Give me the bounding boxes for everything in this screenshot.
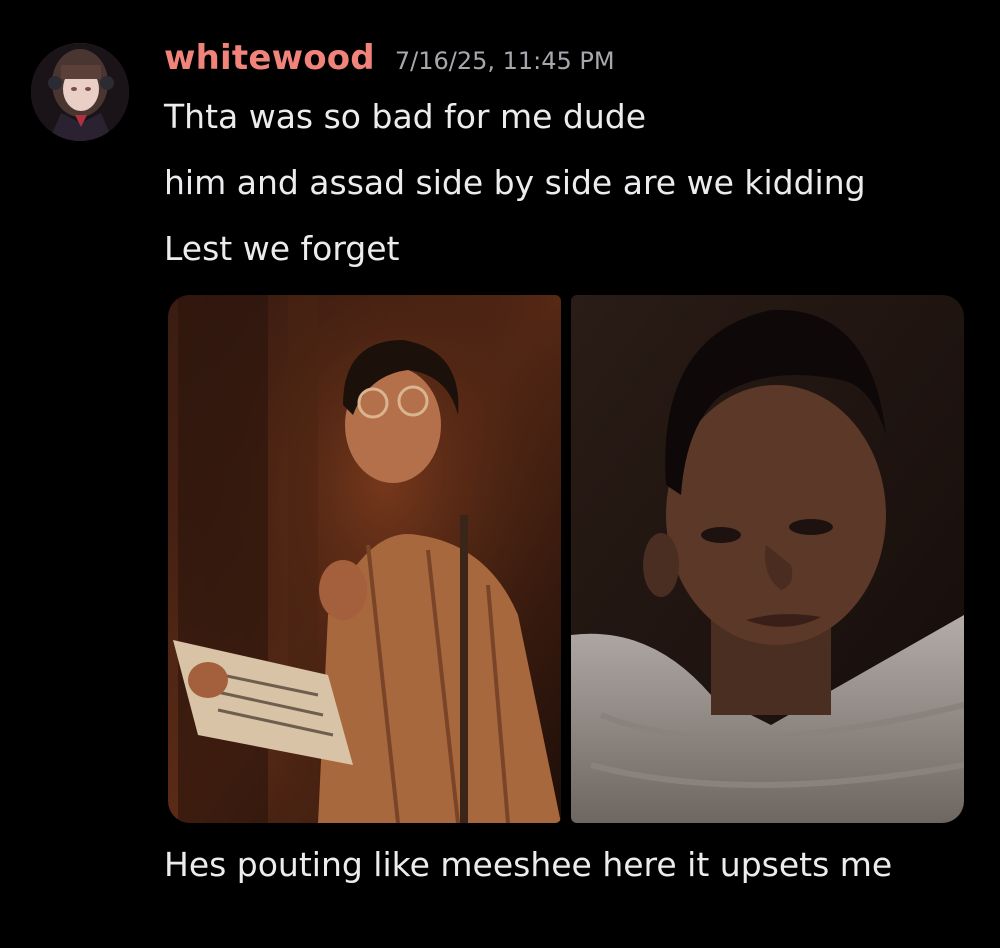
attachment-image-1[interactable] <box>168 295 561 823</box>
avatar-image <box>31 43 129 141</box>
username[interactable]: whitewood <box>164 38 375 78</box>
message-line: him and assad side by side are we kiddin… <box>164 163 866 202</box>
message-line: Lest we forget <box>164 229 400 268</box>
attachment-image-2[interactable] <box>571 295 964 823</box>
image-gallery <box>168 295 964 823</box>
message-line: Hes pouting like meeshee here it upsets … <box>164 845 893 884</box>
message-header: whitewood 7/16/25, 11:45 PM <box>164 38 615 88</box>
timestamp: 7/16/25, 11:45 PM <box>394 47 615 75</box>
message-line: Thta was so bad for me dude <box>164 97 647 136</box>
user-avatar[interactable] <box>31 43 129 141</box>
chat-message: whitewood 7/16/25, 11:45 PM Thta was so … <box>0 0 1000 948</box>
